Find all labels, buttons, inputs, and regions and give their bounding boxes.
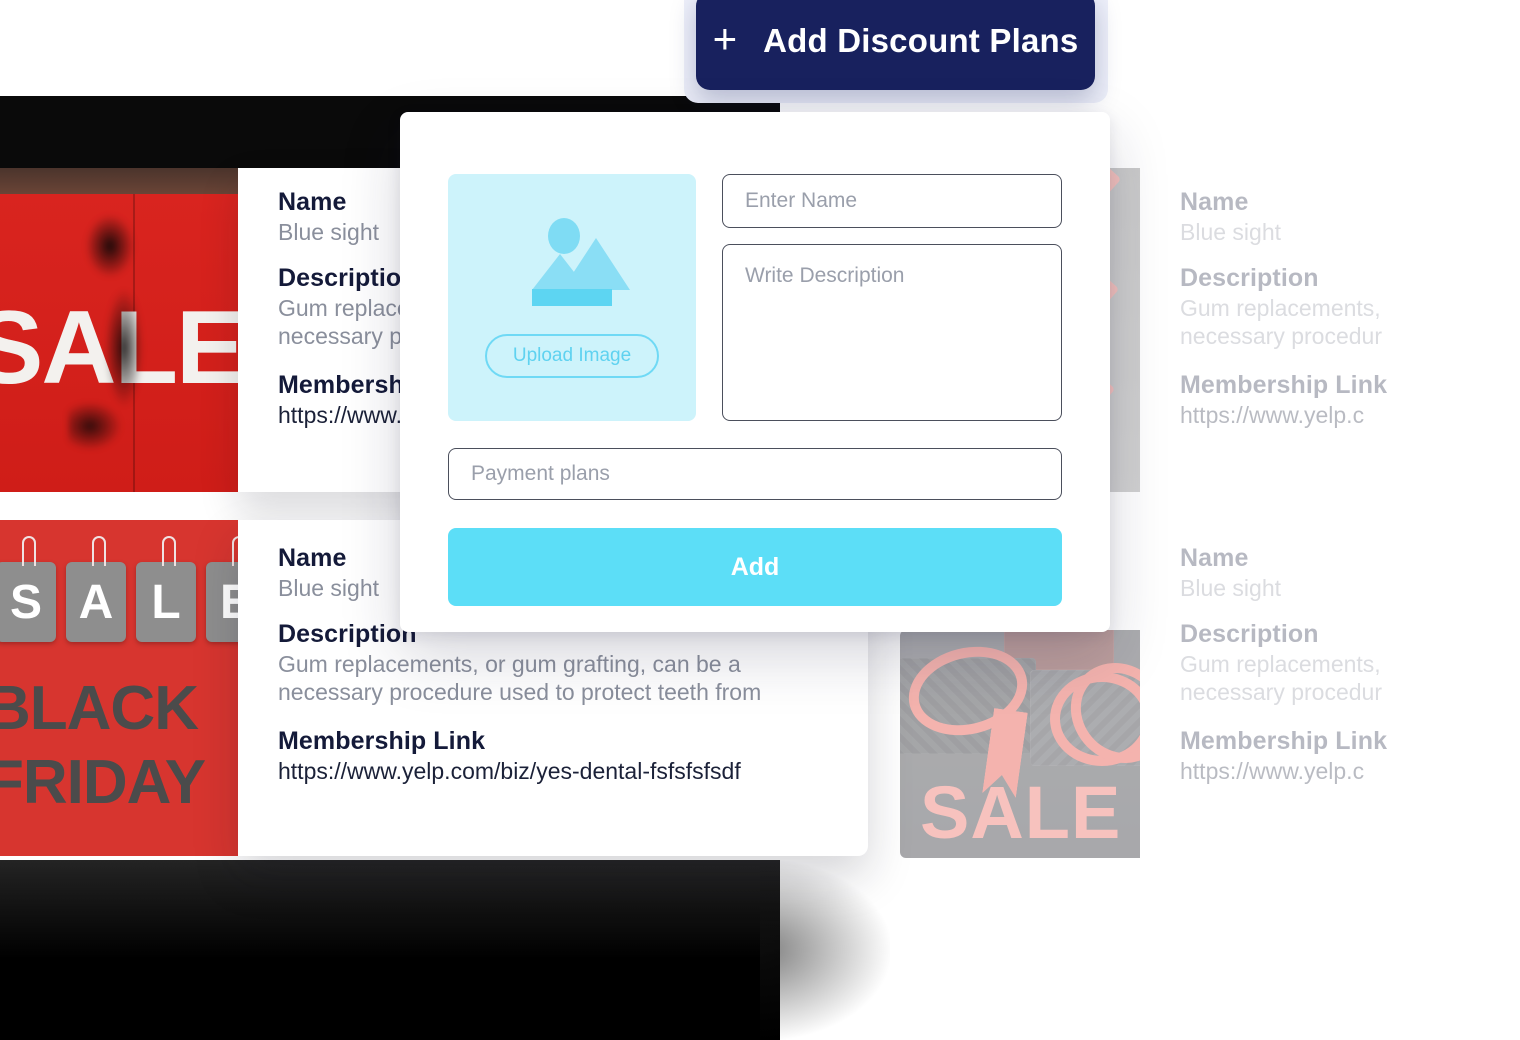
description-line-1: Gum replacements, or gum grafting, can b…: [278, 651, 741, 677]
plus-icon: +: [712, 15, 738, 62]
gift-boxes-sale-image: SALE: [900, 630, 1140, 858]
description-label: Description: [1180, 264, 1319, 292]
description-input[interactable]: [722, 244, 1062, 421]
add-submit-button[interactable]: Add: [448, 528, 1062, 606]
backdrop-shadow-bottom-fade: [760, 860, 890, 1040]
discount-plan-card[interactable]: Name Blue sight Description Gum replacem…: [1140, 168, 1520, 492]
membership-link-label: Membership Link: [1180, 371, 1388, 400]
friday-word-text: FRIDAY: [0, 748, 206, 817]
add-discount-plan-modal: Upload Image Add: [400, 112, 1110, 632]
add-discount-plans-label: Add Discount Plans: [763, 22, 1079, 59]
modal-top-row: Upload Image: [448, 174, 1062, 421]
backdrop-shadow-bottom: [0, 860, 780, 1040]
name-value: Blue sight: [1180, 219, 1282, 245]
image-placeholder-icon: [524, 217, 630, 308]
sale-tag-shape: E: [206, 536, 238, 642]
modal-body: Upload Image Add: [448, 174, 1062, 606]
membership-link-value[interactable]: https://www.yelp.c: [1180, 758, 1387, 785]
upload-image-button[interactable]: Upload Image: [484, 333, 660, 378]
name-value: Blue sight: [1180, 575, 1282, 601]
name-label: Name: [1180, 188, 1249, 216]
description-line-2: necessary procedur: [1180, 679, 1382, 706]
add-discount-plans-button[interactable]: + Add Discount Plans: [696, 0, 1095, 90]
sale-tag-shape: L: [136, 536, 196, 642]
membership-link-label: Membership Link: [278, 727, 486, 756]
mountain-large-shape: [562, 237, 630, 290]
discount-plan-card[interactable]: Name Blue sight Description Gum replacem…: [1140, 520, 1520, 856]
sale-tags-row: S A L E: [0, 534, 238, 654]
sale-tag-shape: S: [0, 536, 56, 642]
image-upload-panel[interactable]: Upload Image: [448, 174, 696, 421]
poster-frame-shape: [0, 168, 238, 194]
black-word-text: BLACK: [0, 674, 199, 743]
description-line-2: necessary procedure used to protect teet…: [278, 679, 762, 706]
blurred-figure-shape: [68, 208, 154, 458]
payment-plans-input[interactable]: [448, 448, 1062, 500]
card-content: Name Blue sight Description Gum replacem…: [1180, 544, 1387, 787]
red-sale-poster-image: SALE: [0, 168, 238, 492]
name-input[interactable]: [722, 174, 1062, 228]
name-label: Name: [1180, 544, 1249, 572]
image-base-bar-shape: [532, 288, 612, 306]
description-line-1: Gum replacements,: [1180, 651, 1381, 677]
membership-link-value[interactable]: https://www.yelp.c: [1180, 402, 1387, 429]
modal-fields-column: [722, 174, 1062, 421]
card-content: Name Blue sight Description Gum replacem…: [1180, 188, 1387, 431]
description-line-1: Gum replacements,: [1180, 295, 1381, 321]
tag-letter: L: [151, 575, 181, 629]
tag-letter: E: [219, 575, 238, 629]
page-root: Name Blue sight Description Gum replacem…: [0, 0, 1520, 1040]
membership-link-label: Membership Link: [1180, 727, 1388, 756]
description-line-2: necessary procedur: [1180, 323, 1382, 350]
description-label: Description: [1180, 620, 1319, 648]
black-friday-sale-tags-image: S A L E BLACK FRIDAY: [0, 520, 238, 856]
tag-letter: S: [9, 575, 42, 629]
backdrop-shadow-top-left: [0, 96, 430, 176]
sale-word-text: SALE: [920, 771, 1122, 854]
sale-tag-shape: A: [66, 536, 126, 642]
membership-link-value[interactable]: https://www.yelp.com/biz/yes-dental-fsfs…: [278, 758, 761, 785]
tag-letter: A: [78, 575, 114, 629]
